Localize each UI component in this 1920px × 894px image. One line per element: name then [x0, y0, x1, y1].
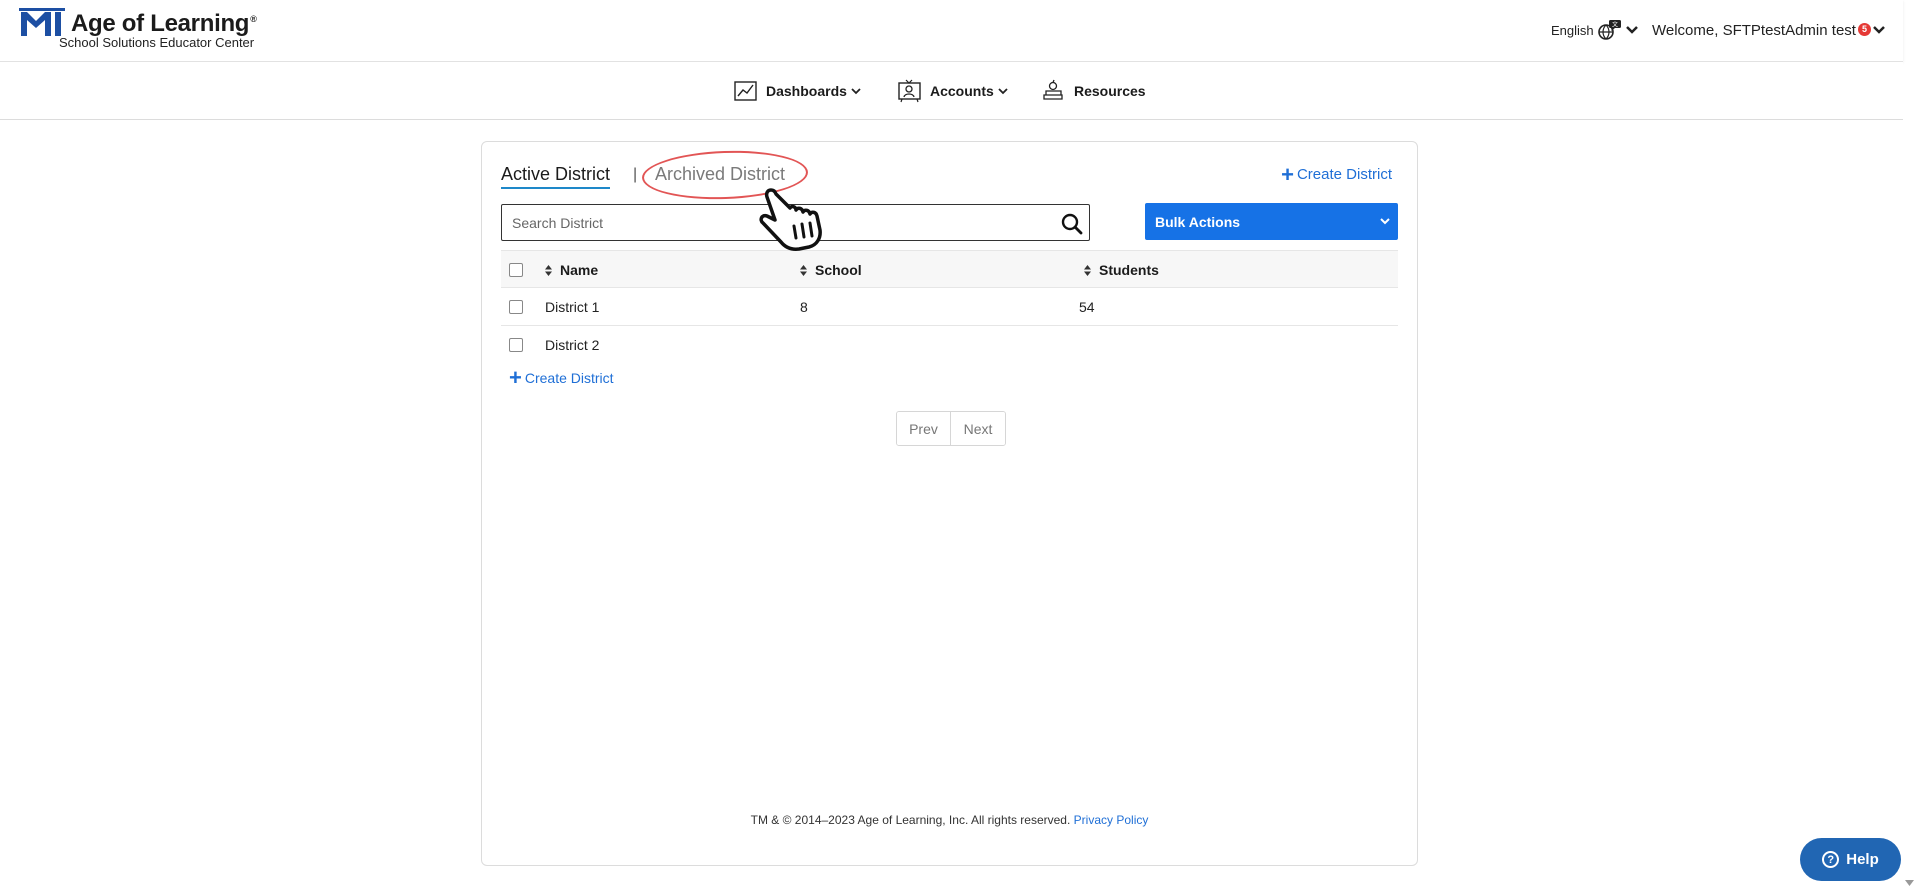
- scroll-down-arrow-icon[interactable]: [1905, 880, 1914, 886]
- table-header: Name School Students: [501, 250, 1398, 288]
- select-all-checkbox[interactable]: [509, 263, 523, 277]
- language-label: English: [1551, 22, 1594, 38]
- school-count: 8: [800, 299, 808, 315]
- create-district-label: Create District: [524, 370, 614, 386]
- main-nav: Dashboards Accounts Resources: [0, 62, 1903, 120]
- user-menu[interactable]: Welcome, SFTPtestAdmin test 5: [1652, 19, 1885, 41]
- column-name-header[interactable]: Name: [545, 262, 598, 278]
- nav-resources-label: Resources: [1074, 83, 1146, 99]
- tab-separator: |: [633, 166, 638, 183]
- language-selector[interactable]: English 文: [1551, 19, 1638, 41]
- district-name-link[interactable]: District 2: [545, 337, 599, 353]
- nav-dashboards-label: Dashboards: [766, 83, 847, 99]
- chevron-down-icon: [1380, 218, 1390, 225]
- brand-subtitle: School Solutions Educator Center: [59, 35, 255, 50]
- row-checkbox[interactable]: [509, 338, 523, 352]
- sort-icon: [800, 264, 807, 276]
- nav-dashboards[interactable]: Dashboards: [733, 78, 861, 104]
- sort-icon: [545, 264, 552, 276]
- column-students-header[interactable]: Students: [1084, 262, 1159, 278]
- column-school-label: School: [815, 262, 862, 278]
- create-district-button[interactable]: + Create District: [1281, 161, 1392, 187]
- table-row: District 1 8 54: [501, 288, 1398, 326]
- search-input[interactable]: [502, 205, 1042, 240]
- plus-icon: +: [1281, 161, 1294, 187]
- district-card: Active District | Archived District + Cr…: [481, 141, 1418, 866]
- help-label: Help: [1846, 851, 1879, 868]
- prev-page-button[interactable]: Prev: [897, 412, 950, 445]
- student-count: 54: [1079, 299, 1095, 315]
- page-footer: TM & © 2014–2023 Age of Learning, Inc. A…: [482, 813, 1417, 827]
- help-button[interactable]: ? Help: [1800, 838, 1901, 881]
- column-name-label: Name: [560, 262, 599, 278]
- books-apple-icon: [1043, 79, 1063, 100]
- next-page-button[interactable]: Next: [950, 412, 1005, 445]
- chevron-down-icon: [1873, 26, 1885, 34]
- district-name-link[interactable]: District 1: [545, 299, 599, 315]
- table-row: District 2: [501, 326, 1398, 364]
- question-circle-icon: ?: [1822, 851, 1840, 868]
- chart-line-icon: [734, 81, 757, 101]
- create-district-label: Create District: [1296, 166, 1392, 183]
- brand-logo[interactable]: Age of Learning® School Solutions Educat…: [19, 8, 319, 54]
- plus-icon: +: [509, 365, 522, 390]
- search-icon[interactable]: [1061, 213, 1083, 235]
- search-box: [501, 204, 1090, 241]
- nav-accounts-label: Accounts: [930, 83, 994, 99]
- bulk-actions-label: Bulk Actions: [1155, 213, 1241, 230]
- copyright-text: TM & © 2014–2023 Age of Learning, Inc. A…: [750, 813, 1071, 827]
- sort-icon: [1084, 264, 1091, 276]
- notification-badge: 5: [1857, 22, 1871, 36]
- chevron-down-icon: [998, 88, 1008, 95]
- top-header: Age of Learning® School Solutions Educat…: [0, 0, 1903, 62]
- welcome-text: Welcome, SFTPtestAdmin test: [1652, 21, 1856, 39]
- brand-title: Age of Learning®: [71, 10, 257, 37]
- chevron-down-icon: [1625, 26, 1638, 34]
- nav-resources[interactable]: Resources: [1041, 78, 1146, 104]
- row-checkbox[interactable]: [509, 300, 523, 314]
- tab-archived-district[interactable]: Archived District: [655, 164, 785, 185]
- svg-text:文: 文: [1612, 21, 1618, 29]
- nav-accounts[interactable]: Accounts: [897, 78, 1008, 104]
- language-globe-icon: 文: [1597, 20, 1621, 40]
- privacy-policy-link[interactable]: Privacy Policy: [1074, 813, 1149, 827]
- accounts-board-icon: [898, 79, 921, 103]
- column-students-label: Students: [1099, 262, 1159, 278]
- bulk-actions-dropdown[interactable]: Bulk Actions: [1145, 203, 1398, 240]
- chevron-down-icon: [851, 88, 861, 95]
- pagination: Prev Next: [896, 411, 1006, 446]
- column-school-header[interactable]: School: [800, 262, 862, 278]
- tab-active-district[interactable]: Active District: [501, 164, 611, 189]
- create-district-link[interactable]: + Create District: [509, 365, 614, 390]
- district-table: Name School Students District 1 8 54 Dis…: [501, 250, 1398, 364]
